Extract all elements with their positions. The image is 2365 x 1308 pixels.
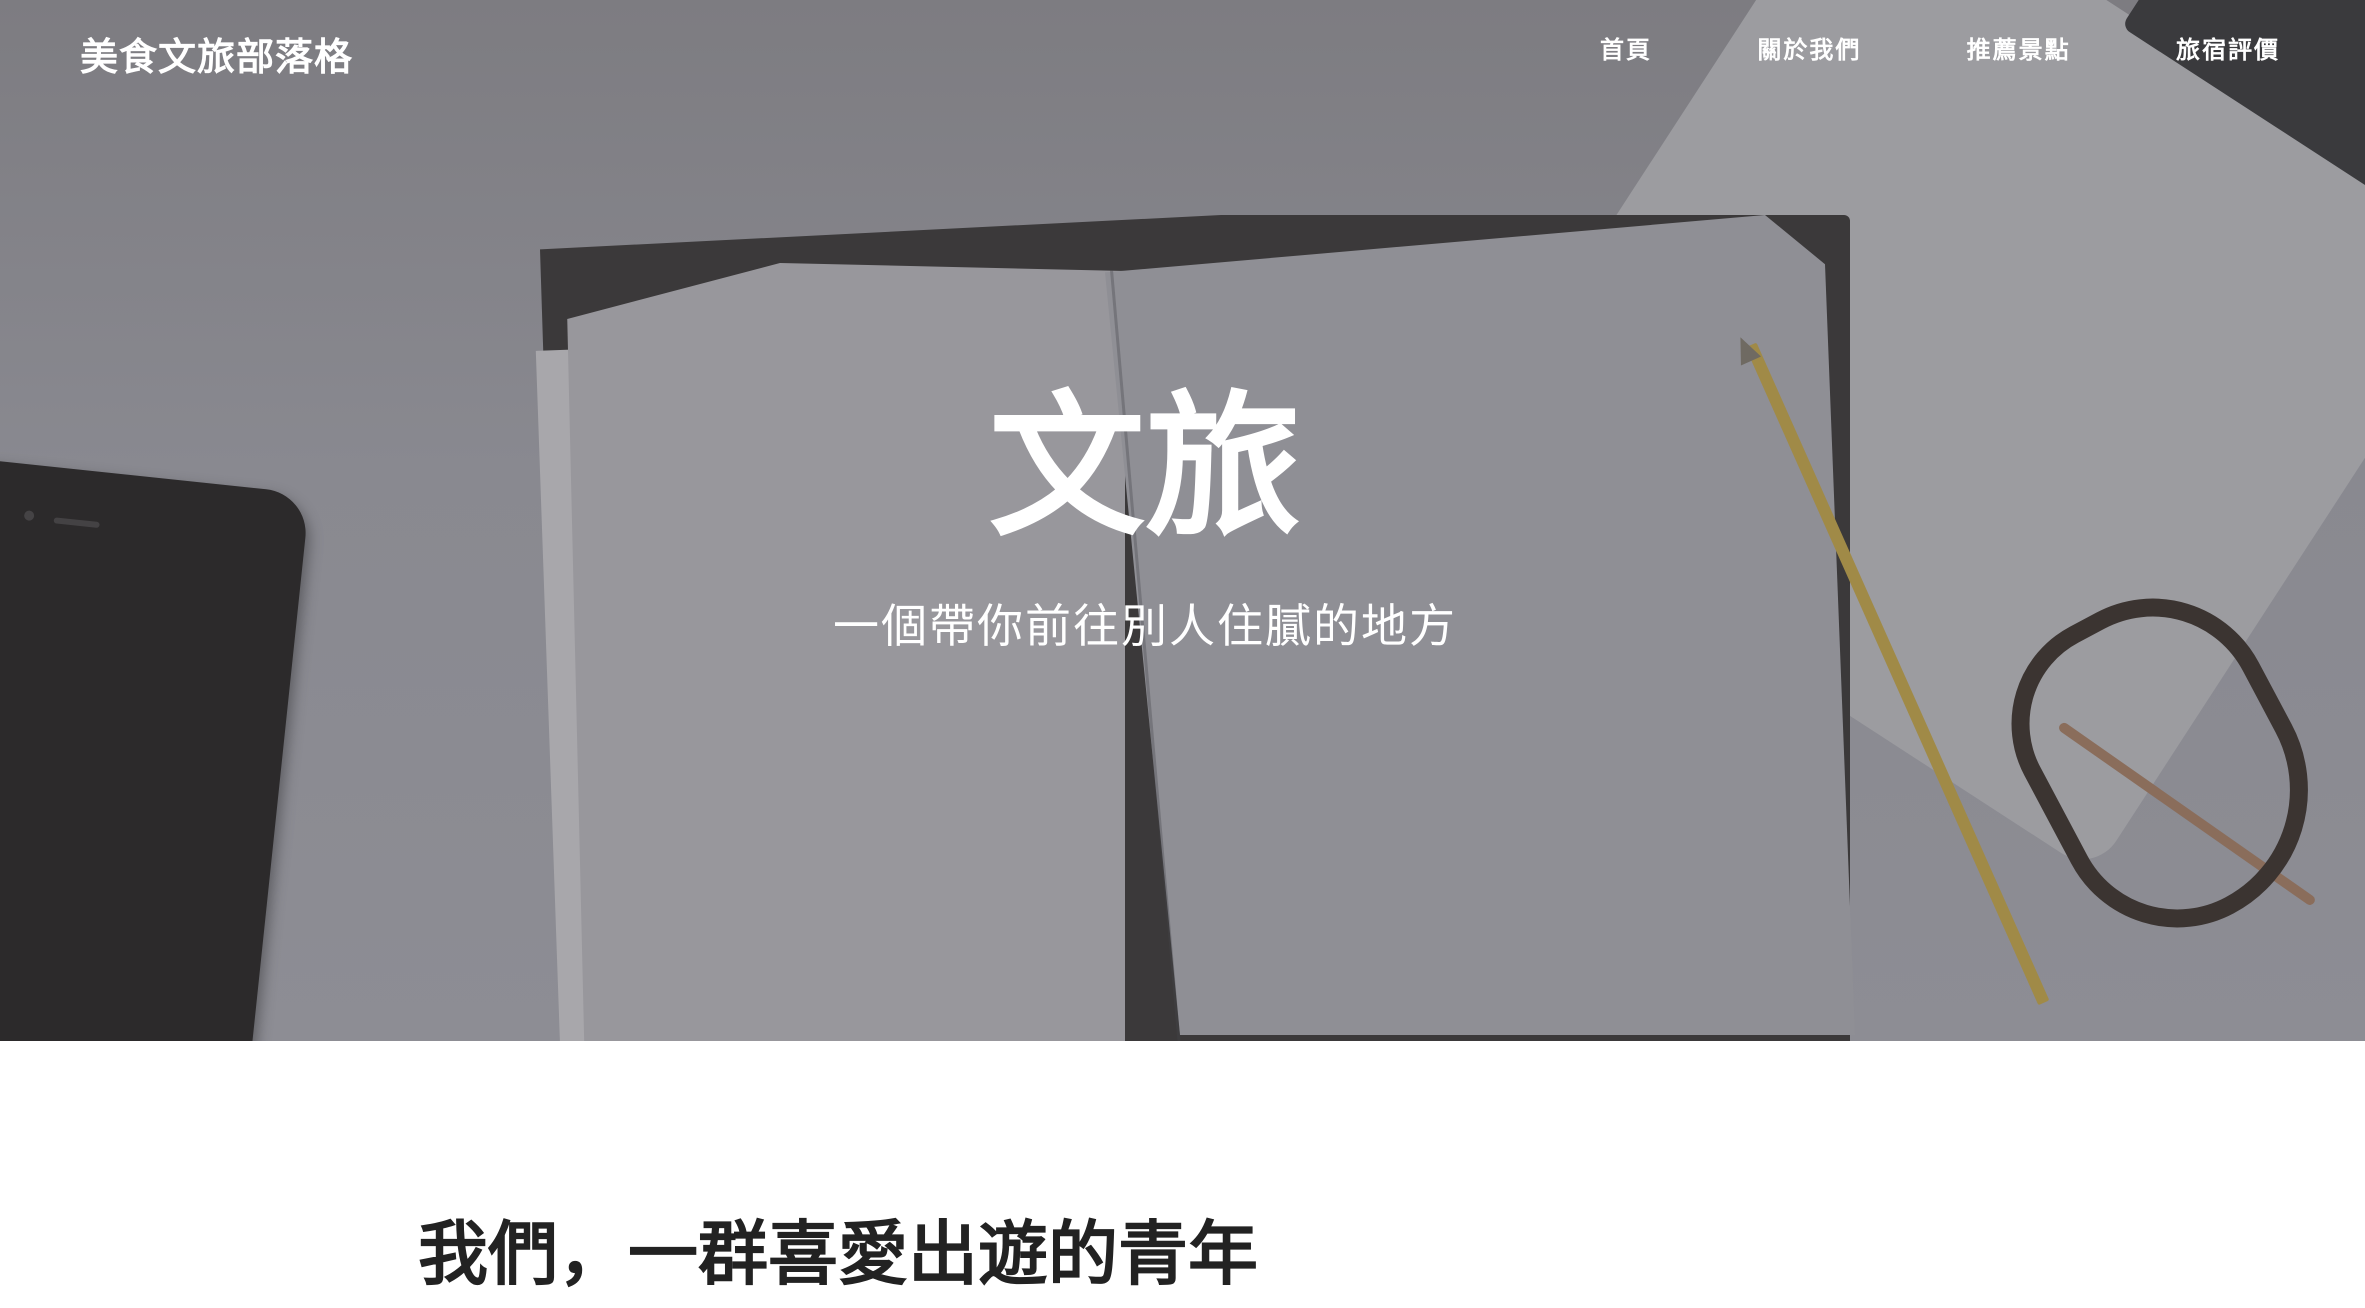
hero-subtitle: 一個帶你前往別人住膩的地方 (833, 599, 1457, 653)
nav-link-home[interactable]: 首頁 (1600, 30, 1652, 65)
nav-link-recommended-spots[interactable]: 推薦景點 (1967, 30, 2071, 65)
hero-title: 文旅 (989, 376, 1301, 558)
navbar: 美食文旅部落格 首頁 關於我們 推薦景點 旅宿評價 (0, 0, 2365, 100)
nav-link-hotel-reviews[interactable]: 旅宿評價 (2176, 30, 2280, 65)
brand-logo-link[interactable]: 美食文旅部落格 (80, 26, 353, 81)
section-heading: 我們，一群喜愛出遊的青年 (418, 1213, 1258, 1295)
nav-menu: 首頁 關於我們 推薦景點 旅宿評價 (1600, 30, 2280, 65)
hero-section: 美食文旅部落格 首頁 關於我們 推薦景點 旅宿評價 文旅 一個帶你前往別人住膩的… (0, 0, 2365, 1041)
nav-link-about[interactable]: 關於我們 (1757, 30, 1861, 65)
